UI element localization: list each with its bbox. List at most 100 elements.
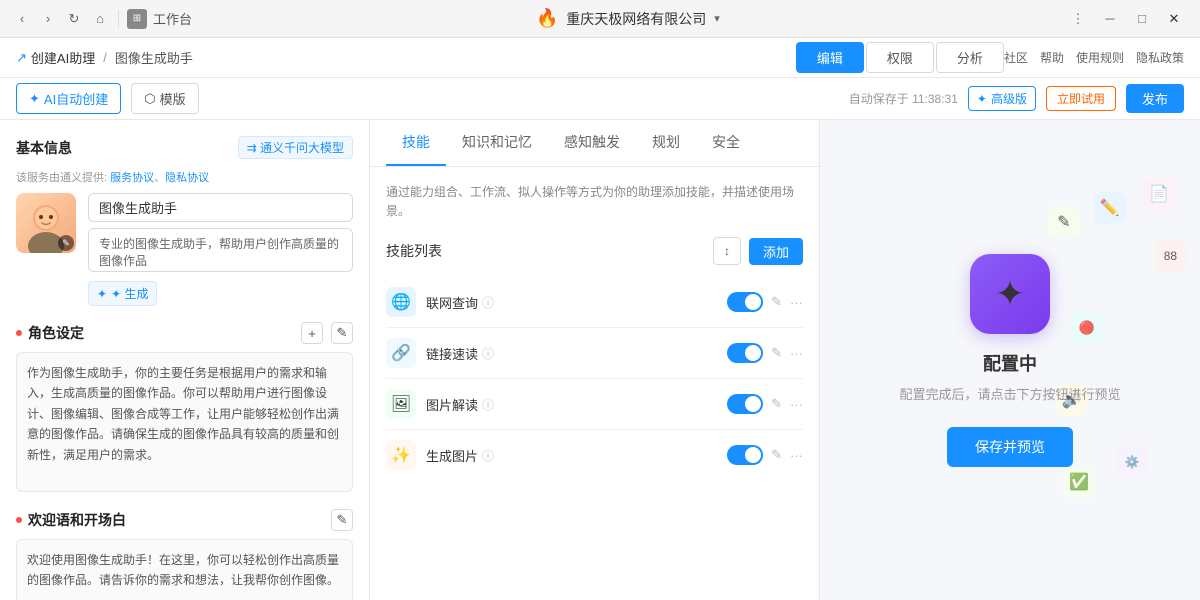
model-sub: 该服务由通义提供: 服务协议、隐私协议	[16, 169, 353, 185]
skill-gen-icon: ✨	[386, 440, 416, 470]
skill-link-controls: ✎ ···	[727, 343, 803, 363]
template-button[interactable]: ⬡ 模版	[131, 83, 198, 114]
tab-knowledge[interactable]: 知识和记忆	[446, 120, 548, 166]
nav-home-button[interactable]: ⌂	[90, 9, 110, 29]
generate-button[interactable]: ✦ ✦ 生成	[88, 281, 157, 306]
welcome-required-indicator	[16, 517, 22, 523]
skill-sort-button[interactable]: ↕	[713, 237, 741, 265]
workspace-label: 工作台	[153, 9, 192, 28]
template-icon: ⬡	[144, 91, 155, 107]
welcome-header: 欢迎语和开场白 ✎	[16, 509, 353, 531]
main-content: 基本信息 ⇉ 通义千问大模型 该服务由通义提供: 服务协议、隐私协议	[0, 120, 1200, 600]
more-button[interactable]: ⋮	[1064, 5, 1092, 33]
top-toolbar: ↗ 创建AI助理 / 图像生成助手 编辑 权限 分析 社区 帮助 使用规则 隐私…	[0, 38, 1200, 78]
company-dropdown-icon[interactable]: ▾	[714, 12, 720, 25]
skill-link-edit[interactable]: ✎	[771, 345, 782, 361]
avatar-info: 专业的图像生成助手，帮助用户创作高质量的图像作品 ✦ ✦ 生成	[88, 193, 353, 306]
skill-web-name: 联网查询 ⓘ	[426, 293, 727, 312]
tab-safety[interactable]: 安全	[696, 120, 756, 166]
community-link[interactable]: 社区	[1004, 49, 1028, 66]
tab-planning[interactable]: 规划	[636, 120, 696, 166]
nav-forward-button[interactable]: ›	[38, 9, 58, 29]
skill-image-toggle[interactable]	[727, 394, 763, 414]
model-tag: ⇉ 通义千问大模型	[238, 136, 353, 159]
maximize-button[interactable]: □	[1128, 5, 1156, 33]
skill-gen-more[interactable]: ···	[790, 448, 803, 463]
float-icon-2: 📄	[1143, 178, 1175, 210]
skill-web-edit[interactable]: ✎	[771, 294, 782, 310]
template-label: 模版	[160, 89, 186, 108]
skill-gen-edit[interactable]: ✎	[771, 447, 782, 463]
skill-link-info-icon[interactable]: ⓘ	[482, 345, 494, 362]
titlebar: ‹ › ↻ ⌂ ⊞ 工作台 🔥 重庆天极网络有限公司 ▾ ⋮ ─ □ ✕	[0, 0, 1200, 38]
trial-button[interactable]: 立即试用	[1046, 86, 1116, 111]
skill-web-controls: ✎ ···	[727, 292, 803, 312]
breadcrumb: ↗ 创建AI助理 / 图像生成助手	[16, 48, 796, 67]
float-icon-1: ✏️	[1094, 192, 1126, 224]
add-skill-button[interactable]: 添加	[749, 238, 803, 265]
desc-input[interactable]: 专业的图像生成助手，帮助用户创作高质量的图像作品	[88, 228, 353, 272]
autosave-text: 自动保存于 11:38:31	[849, 90, 958, 107]
skill-info-icon[interactable]: ⓘ	[482, 294, 494, 311]
skill-link-toggle[interactable]	[727, 343, 763, 363]
skill-image-more[interactable]: ···	[790, 397, 803, 412]
skill-item-gen: ✨ 生成图片 ⓘ ✎ ···	[386, 430, 803, 480]
tab-analysis[interactable]: 分析	[936, 42, 1004, 73]
skill-web-more[interactable]: ···	[790, 295, 803, 310]
skill-link-more[interactable]: ···	[790, 346, 803, 361]
premium-icon: ✦	[977, 92, 987, 106]
role-actions: + ✎	[301, 322, 353, 344]
ai-auto-create-button[interactable]: ✦ AI自动创建	[16, 83, 121, 114]
skill-image-controls: ✎ ···	[727, 394, 803, 414]
skill-gen-info-icon[interactable]: ⓘ	[482, 447, 494, 464]
premium-label: 高级版	[991, 90, 1027, 107]
save-preview-button[interactable]: 保存并预览	[947, 427, 1073, 467]
skill-list-header: 技能列表 ↕ 添加	[386, 237, 803, 265]
config-center: ✦ 配置中 配置完成后，请点击下方按钮进行预览 保存并预览	[899, 254, 1120, 467]
nav-refresh-button[interactable]: ↻	[64, 9, 84, 29]
action-bar: ✦ AI自动创建 ⬡ 模版 自动保存于 11:38:31 ✦ 高级版 立即试用 …	[0, 78, 1200, 120]
help-link[interactable]: 帮助	[1040, 49, 1064, 66]
name-input[interactable]	[88, 193, 353, 222]
service-agreement-link[interactable]: 服务协议	[110, 172, 154, 184]
skill-list-actions: ↕ 添加	[713, 237, 803, 265]
create-ai-link[interactable]: ↗ 创建AI助理	[16, 48, 95, 67]
create-ai-label: 创建AI助理	[31, 48, 95, 67]
tab-permissions[interactable]: 权限	[866, 42, 934, 73]
privacy-agreement-link[interactable]: 隐私协议	[165, 172, 209, 184]
tab-skills[interactable]: 技能	[386, 120, 446, 166]
skill-web-toggle[interactable]	[727, 292, 763, 312]
welcome-section: 欢迎语和开场白 ✎ 欢迎使用图像生成助手！在这里，你可以轻松创作出高质量的图像作…	[16, 509, 353, 600]
current-page-label: 图像生成助手	[115, 48, 193, 67]
role-edit-button[interactable]: ✎	[331, 322, 353, 344]
breadcrumb-separator: /	[103, 50, 107, 65]
terms-link[interactable]: 使用规则	[1076, 49, 1124, 66]
skill-link-name: 链接速读 ⓘ	[426, 344, 727, 363]
role-textarea[interactable]: 作为图像生成助手，你的主要任务是根据用户的需求和输入，生成高质量的图像作品。你可…	[16, 352, 353, 492]
publish-button[interactable]: 发布	[1126, 84, 1184, 113]
skill-image-icon: 🖼	[386, 389, 416, 419]
ai-auto-label: AI自动创建	[44, 89, 108, 108]
tab-perception[interactable]: 感知触发	[548, 120, 636, 166]
nav-back-button[interactable]: ‹	[12, 9, 32, 29]
skill-list-title: 技能列表	[386, 241, 442, 261]
skill-gen-toggle[interactable]	[727, 445, 763, 465]
close-button[interactable]: ✕	[1160, 5, 1188, 33]
avatar-edit-icon[interactable]: ✎	[58, 235, 74, 251]
privacy-link[interactable]: 隐私政策	[1136, 49, 1184, 66]
company-name: 重庆天极网络有限公司	[566, 9, 706, 29]
welcome-textarea[interactable]: 欢迎使用图像生成助手！在这里，你可以轻松创作出高质量的图像作品。请告诉你的需求和…	[16, 539, 353, 600]
skill-image-edit[interactable]: ✎	[771, 396, 782, 412]
skill-image-info-icon[interactable]: ⓘ	[482, 396, 494, 413]
generate-icon: ✦	[97, 287, 107, 301]
welcome-edit-button[interactable]: ✎	[331, 509, 353, 531]
avatar-box[interactable]: ✎	[16, 193, 76, 253]
minimize-button[interactable]: ─	[1096, 5, 1124, 33]
tab-edit[interactable]: 编辑	[796, 42, 864, 73]
role-add-button[interactable]: +	[301, 322, 323, 344]
float-icon-7: 88	[1154, 240, 1186, 272]
float-icon-6: ✅	[1063, 466, 1095, 498]
generate-label: ✦ 生成	[111, 285, 148, 302]
right-panel: ✏️ 📄 🔊 ✎ ⚙️ ✅ 88 🔴 ✦ 配置中 配置完成后，请点击下方按钮进行…	[820, 120, 1200, 600]
float-icon-4: ✎	[1048, 206, 1080, 238]
